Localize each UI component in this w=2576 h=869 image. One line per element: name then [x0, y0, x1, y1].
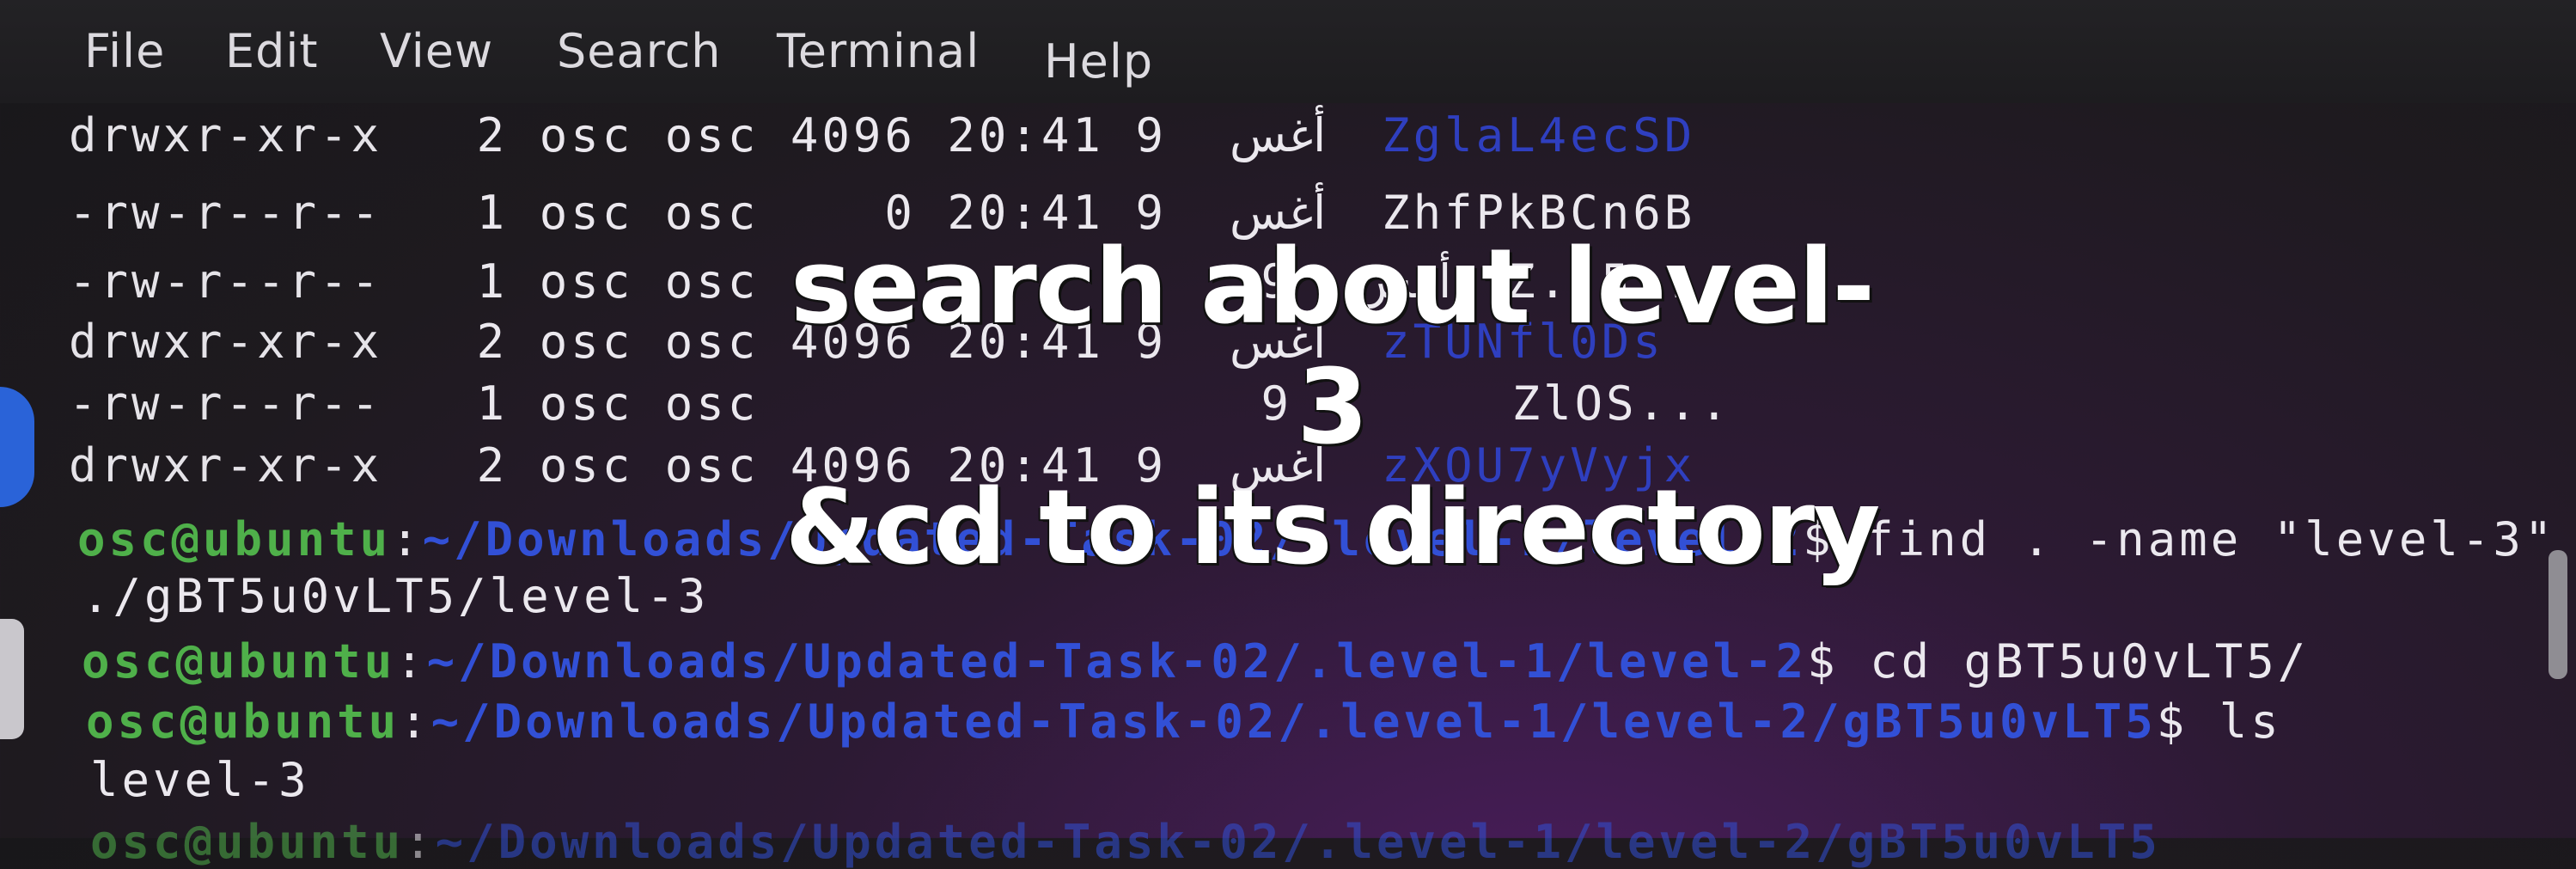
command-line[interactable]: osc@ubuntu:~/Downloads/Updated-Task-02/.…	[82, 636, 2309, 688]
row-time: 20:41	[947, 108, 1104, 162]
row-links: 2	[476, 438, 509, 493]
row-size: 4096	[790, 108, 916, 162]
row-owner: osc	[539, 254, 634, 309]
row-owner: osc	[539, 186, 634, 240]
command-text: $ ls	[2156, 695, 2282, 749]
row-perms: -rw-r--r--	[69, 376, 383, 431]
command-line[interactable]: osc@ubuntu:~/Downloads/Updated-Task-02/.…	[90, 817, 2161, 868]
prompt-path: ~/Downloads/Updated-Task-02/.level-1/lev…	[426, 634, 1808, 688]
row-group: osc	[664, 108, 760, 162]
row-perms: drwxr-xr-x	[69, 315, 383, 369]
row-month: أغس	[1230, 108, 1327, 162]
prompt-path: ~/Downloads/Updated-Task-02/.level-1/lev…	[435, 815, 2161, 869]
row-perms: drwxr-xr-x	[69, 108, 383, 162]
command-output: level-3	[90, 753, 310, 807]
row-links: 1	[476, 254, 509, 309]
row-group: osc	[664, 186, 760, 240]
prompt-user: osc@ubuntu	[82, 634, 396, 688]
row-group: osc	[664, 315, 760, 369]
prompt-user: osc@ubuntu	[90, 815, 405, 869]
row-day: 9	[1135, 108, 1167, 162]
row-name: ZglaL4ecSD	[1382, 108, 1696, 162]
row-perms: -rw-r--r--	[69, 186, 383, 240]
command-output: ./gBT5u0vLT5/level-3	[82, 569, 710, 623]
prompt-user: osc@ubuntu	[86, 695, 400, 749]
row-owner: osc	[539, 315, 634, 369]
caption-overlay: search about level-3 &cd to its director…	[773, 228, 1890, 589]
row-owner: osc	[539, 108, 634, 162]
command-text: $ find . -name "level-3"	[1803, 512, 2556, 566]
row-owner: osc	[539, 438, 634, 493]
row-perms: -rw-r--r--	[69, 254, 383, 309]
row-perms: drwxr-xr-x	[69, 438, 383, 493]
terminal-scrollbar[interactable]	[2549, 550, 2567, 679]
row-group: osc	[664, 438, 760, 493]
row-group: osc	[664, 254, 760, 309]
dock-files-icon[interactable]	[0, 619, 24, 739]
row-owner: osc	[539, 376, 634, 431]
dock-app-icon[interactable]	[0, 387, 34, 507]
row-group: osc	[664, 376, 760, 431]
row-links: 1	[476, 186, 509, 240]
row-links: 1	[476, 376, 509, 431]
listing-row: drwxr-xr-x 2 osc osc 4096 20:41 9 أغس Zg…	[69, 110, 1695, 162]
row-links: 2	[476, 108, 509, 162]
caption-line-2: &cd to its directory	[784, 468, 1881, 588]
row-links: 2	[476, 315, 509, 369]
caption-line-1: search about level-3	[790, 228, 1875, 468]
prompt-user: osc@ubuntu	[77, 512, 392, 566]
command-line[interactable]: osc@ubuntu:~/Downloads/Updated-Task-02/.…	[86, 696, 2282, 748]
command-text: $ cd gBT5u0vLT5/	[1807, 634, 2310, 688]
prompt-path: ~/Downloads/Updated-Task-02/.level-1/lev…	[430, 695, 2157, 749]
